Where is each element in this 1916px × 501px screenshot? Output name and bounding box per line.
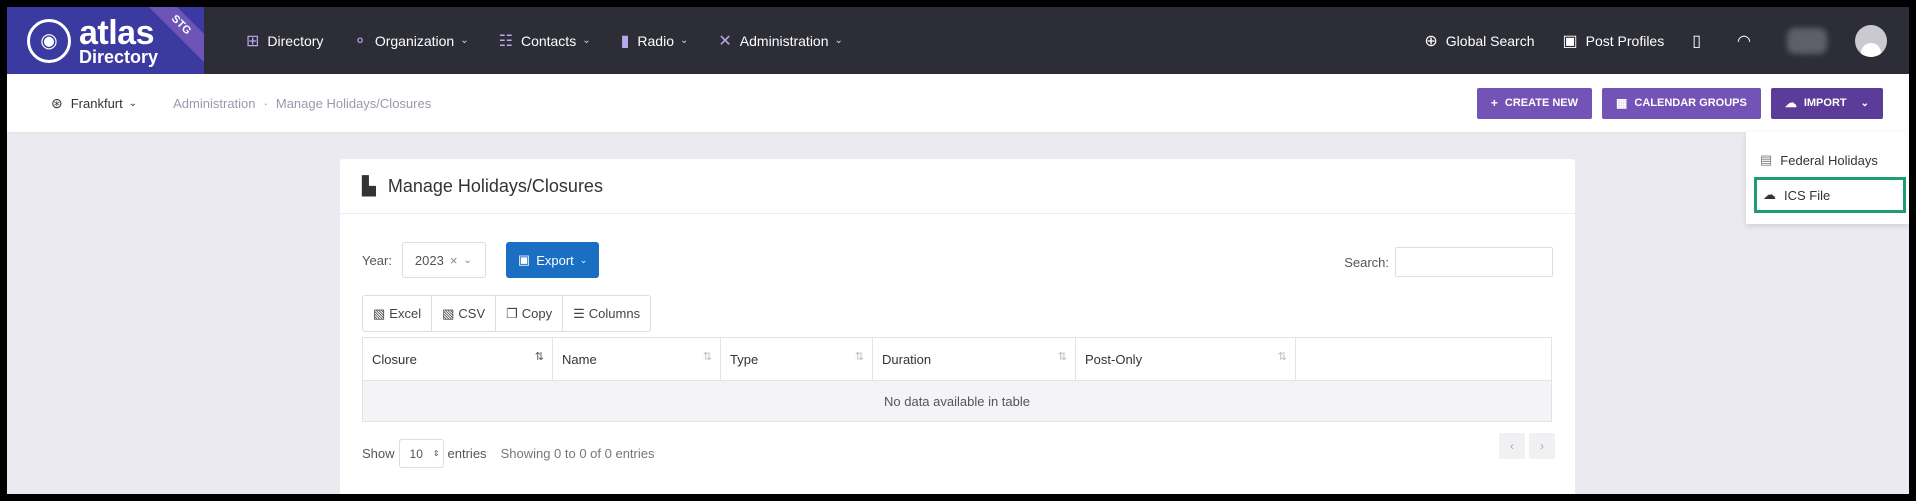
chevron-down-icon: ⌄ [582, 35, 591, 46]
column-header-type[interactable]: Type ⇅ [720, 337, 873, 381]
profile-card-icon: ▣ [1562, 32, 1578, 50]
chevron-down-icon: ⌄ [680, 35, 689, 46]
prev-page-button[interactable]: ‹ [1499, 433, 1525, 459]
column-header-name[interactable]: Name ⇅ [552, 337, 721, 381]
search-input[interactable] [1395, 247, 1553, 277]
document-icon: ▤ [1760, 152, 1773, 167]
nav-organization[interactable]: ⚬ Organization ⌄ [353, 31, 468, 51]
organization-icon: ⚬ [353, 32, 367, 50]
excel-file-icon: ▧ [373, 305, 386, 321]
calendar-groups-button[interactable]: ▦ CALENDAR GROUPS [1602, 87, 1761, 119]
sort-icon: ⇅ [854, 351, 864, 363]
list-icon: ☰ [573, 305, 585, 321]
search-group: Search: [1344, 247, 1553, 277]
nav-directory[interactable]: ⊞ Directory [246, 31, 323, 51]
nav-administration[interactable]: ✕ Administration ⌄ [718, 31, 843, 51]
nav-global-search[interactable]: ⊕ Global Search [1424, 31, 1534, 51]
table-footer: Show 10 ⇕ entries Showing 0 to 0 of 0 en… [362, 439, 655, 468]
table-info: Showing 0 to 0 of 0 entries [500, 446, 655, 461]
breadcrumb-current: Manage Holidays/Closures [275, 95, 432, 111]
globe-stand-icon: ⊛ [51, 94, 63, 111]
table-button-group: ▧ Excel ▧ CSV ❐ Copy ☰ Columns [362, 295, 652, 332]
sort-icon: ⇅ [1277, 351, 1287, 363]
contacts-icon: ☷ [498, 32, 513, 50]
chevron-down-icon: ⌄ [460, 35, 469, 46]
nav-radio[interactable]: ▮ Radio ⌄ [621, 31, 689, 51]
brand-sub: Directory [79, 46, 159, 67]
sort-icon: ⇅ [1057, 351, 1067, 363]
csv-file-icon: ▧ [442, 305, 455, 321]
chevron-down-icon: ⌄ [128, 97, 138, 109]
location-selector[interactable]: ⊛ Frankfurt ⌄ [51, 95, 137, 112]
brand-logo[interactable]: ◉ atlas Directory STG [7, 7, 204, 74]
export-button[interactable]: ▣ Export ⌄ [505, 242, 600, 278]
plus-icon: + [1490, 96, 1498, 110]
search-label: Search: [1344, 254, 1389, 270]
sort-icon: ⇅ [702, 351, 712, 363]
menu-item-ics-file[interactable]: ☁ ICS File [1754, 177, 1906, 213]
table-row: No data available in table [362, 380, 1552, 422]
create-new-button[interactable]: + CREATE NEW [1476, 87, 1593, 119]
globe-icon: ◉ [27, 18, 71, 63]
page-length-select[interactable]: 10 ⇕ [398, 439, 444, 468]
walkie-talkie-button[interactable]: ▯ [1692, 31, 1709, 51]
chevron-down-icon: ⌄ [579, 254, 588, 265]
sub-header: ⊛ Frankfurt ⌄ Administration · Manage Ho… [7, 74, 1909, 132]
excel-button[interactable]: ▧ Excel [363, 296, 433, 331]
radio-icon: ▮ [620, 32, 630, 50]
nav-contacts[interactable]: ☷ Contacts ⌄ [499, 31, 591, 51]
next-page-button[interactable]: › [1529, 433, 1555, 459]
calendar-icon: ▦ [1616, 96, 1628, 110]
holidays-card: ▙ Manage Holidays/Closures Year: 2023 × … [340, 159, 1575, 494]
broadcast-icon: ◠ [1737, 32, 1751, 50]
menu-item-federal-holidays[interactable]: ▤ Federal Holidays [1754, 142, 1906, 178]
tools-icon: ✕ [718, 32, 732, 50]
nav-post-profiles[interactable]: ▣ Post Profiles [1563, 31, 1665, 51]
building-icon: ▙ [362, 175, 376, 196]
cloud-download-icon: ☁ [1763, 187, 1776, 202]
column-header-duration[interactable]: Duration ⇅ [872, 337, 1076, 381]
card-header: ▙ Manage Holidays/Closures [340, 159, 1575, 214]
calendar-check-icon: ▣ [517, 252, 531, 267]
copy-button[interactable]: ❐ Copy [496, 296, 564, 331]
breadcrumb: Administration · Manage Holidays/Closure… [173, 95, 432, 111]
sort-icon: ⇅ [534, 351, 544, 363]
page-title: Manage Holidays/Closures [387, 175, 603, 196]
walkie-talkie-icon: ▯ [1692, 32, 1702, 50]
blurred-element [1787, 27, 1827, 54]
broadcast-button[interactable]: ◠ [1737, 31, 1759, 51]
chevron-down-icon: ⌄ [1860, 97, 1869, 109]
empty-table-message: No data available in table [362, 380, 1552, 422]
cloud-upload-icon: ☁ [1784, 96, 1797, 110]
globe-search-icon: ⊕ [1424, 32, 1438, 50]
holidays-table: Closure ⇅ Name ⇅ Type ⇅ Duration ⇅ Post-Only… [362, 337, 1552, 422]
directory-icon: ⊞ [246, 32, 260, 50]
column-header-actions [1295, 337, 1552, 381]
column-header-closure[interactable]: Closure ⇅ [362, 337, 553, 381]
sort-arrows-icon: ⇕ [432, 449, 440, 458]
clear-icon[interactable]: × [450, 253, 458, 268]
breadcrumb-administration[interactable]: Administration [173, 96, 255, 111]
chevron-down-icon: ⌄ [834, 35, 843, 46]
import-dropdown-menu: ▤ Federal Holidays ☁ ICS File [1746, 132, 1909, 224]
copy-icon: ❐ [506, 305, 518, 321]
avatar[interactable] [1855, 24, 1887, 57]
pagination: ‹ › [1495, 433, 1555, 459]
app-frame: ◉ atlas Directory STG ⊞ Directory ⚬ Orga… [7, 7, 1909, 494]
columns-button[interactable]: ☰ Columns [563, 296, 650, 331]
top-nav: ◉ atlas Directory STG ⊞ Directory ⚬ Orga… [7, 7, 1909, 74]
year-label: Year: [362, 252, 392, 268]
brand-name: atlas [79, 13, 155, 52]
chevron-down-icon: ⌄ [463, 254, 472, 266]
column-header-post-only[interactable]: Post-Only ⇅ [1075, 337, 1296, 381]
import-button[interactable]: ☁ IMPORT ⌄ [1770, 87, 1883, 119]
csv-button[interactable]: ▧ CSV [432, 296, 497, 331]
year-select[interactable]: 2023 × ⌄ [401, 242, 486, 278]
